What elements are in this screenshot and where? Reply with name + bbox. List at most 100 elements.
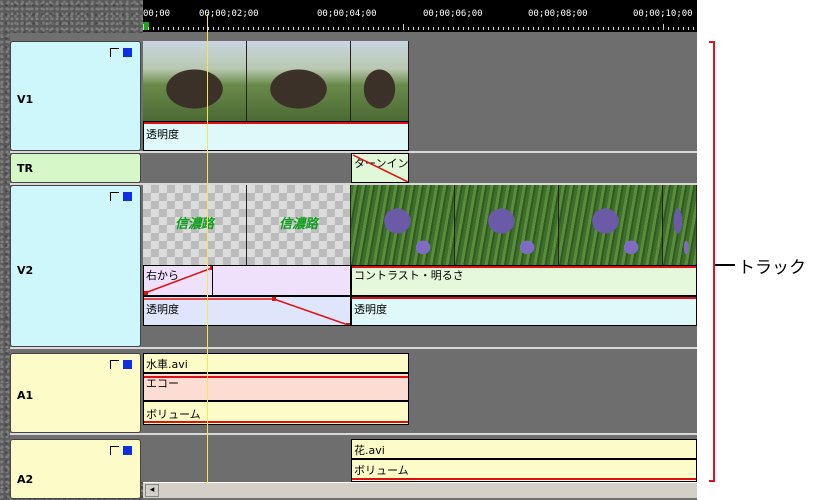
video-thumbnail [143,41,247,121]
playhead[interactable] [207,14,208,484]
ruler-tick [508,27,509,30]
ruler-tick [523,27,524,30]
echo-effect-clip[interactable]: エコー [143,373,409,401]
volume-effect-clip[interactable]: ボリューム [143,401,409,425]
corner-panel [0,0,143,33]
ruler-tick [488,27,489,30]
effect-label: ボリューム [354,464,409,477]
ruler-tick [338,27,339,30]
opacity-rubberband[interactable] [352,297,696,299]
ruler-tick [458,27,459,30]
contrast-rubberband[interactable] [352,266,696,268]
ruler-tick [688,27,689,30]
ruler-tick [323,27,324,30]
ruler-tick [658,27,659,30]
track-header-tr[interactable]: TR [10,153,141,183]
ruler-tick [678,27,679,30]
ruler-tick [468,27,469,30]
ruler-tick [553,27,554,30]
ruler-tick [318,27,319,30]
track-header-a2[interactable]: A2 [10,439,141,499]
volume-rubberband[interactable] [144,421,408,423]
audio-clip[interactable]: 水車.avi [143,353,409,373]
ruler-tick [413,27,414,30]
track-lane-a1[interactable]: 水車.avi エコー ボリューム [143,353,697,433]
title-thumbnail: 信濃路 [143,185,247,265]
ruler-tick [453,27,454,30]
transition-clip[interactable]: ターンイン [351,153,409,183]
ruler-tick [573,27,574,30]
effect-label: コントラスト・明るさ [354,269,464,282]
audio-clip-name: 花.avi [354,444,385,457]
track-lane-v2[interactable]: 信濃路 信濃路 右から コントラスト・明るさ 透明度 透明度 [143,185,697,347]
horizontal-scrollbar[interactable]: ◂ [143,482,697,498]
ruler-tick [633,27,634,30]
track-toggle-icon[interactable] [110,192,132,202]
volume-rubberband[interactable] [352,478,696,480]
bracket-pointer [715,264,735,266]
ruler-tick [393,27,394,30]
track-toggle-icon[interactable] [110,360,132,370]
ruler-tick [668,27,669,30]
video-thumbnail [351,185,455,265]
ruler-tick [203,27,204,30]
ruler-tick [443,27,444,30]
ruler-tick [343,27,344,30]
track-header-v2[interactable]: V2 [10,185,141,347]
audio-clip-name: 水車.avi [146,358,188,371]
scroll-left-arrow[interactable]: ◂ [145,484,159,497]
opacity-rubberband[interactable] [144,122,408,124]
ruler-tick [578,27,579,30]
track-toggle-icon[interactable] [110,48,132,58]
title-text: 信濃路 [278,217,318,232]
track-toggle-icon[interactable] [110,446,132,456]
ruler-tick [193,27,194,30]
ruler-tick [423,27,424,30]
track-lane-v1[interactable]: 透明度 [143,41,697,151]
contrast-effect-clip[interactable]: コントラスト・明るさ [351,265,697,296]
ruler-tick [178,27,179,30]
track-header-a1[interactable]: A1 [10,353,141,433]
ruler-tick [363,27,364,30]
ruler-tick [243,27,244,30]
opacity-rubberband[interactable] [144,297,351,326]
ruler-tick [238,27,239,30]
volume-effect-clip[interactable]: ボリューム [351,459,697,482]
ruler-tick [608,27,609,30]
opacity-effect-clip[interactable]: 透明度 [143,121,409,151]
ruler-tick [408,27,409,30]
ruler-tick [533,27,534,30]
ruler-tick [558,27,559,30]
ruler-tick [503,27,504,30]
wipe-rubberband[interactable] [144,266,213,296]
track-lane-tr[interactable]: ターンイン [143,153,697,183]
video-thumbnail [559,185,663,265]
ruler-tick [378,27,379,30]
ruler-tick [628,27,629,30]
ruler-tick [248,27,249,30]
ruler-tick [483,27,484,30]
echo-rubberband[interactable] [144,376,408,378]
ruler-tick [473,27,474,30]
audio-clip[interactable]: 花.avi [351,439,697,459]
ruler-tick [493,27,494,30]
ruler-tick [228,27,229,30]
ruler-tick [298,27,299,30]
ruler-tick [418,27,419,30]
timeline-editor: 00;00 00;00;02;00 00;00;04;00 00;00;06;0… [0,0,697,500]
opacity-effect-clip[interactable]: 透明度 [351,296,697,326]
track-header-v1[interactable]: V1 [10,41,141,151]
time-ruler[interactable]: 00;00 00;00;02;00 00;00;04;00 00;00;06;0… [143,0,697,32]
video-thumbnail [351,41,409,121]
opacity-effect-clip[interactable]: 透明度 [143,296,351,326]
effect-label: ボリューム [146,408,201,421]
ruler-tick [358,27,359,30]
track-annotation-label: トラック [738,258,806,278]
ruler-label: 00;00 [143,9,171,19]
wipe-effect-clip[interactable]: 右から [143,265,213,296]
ruler-tick [438,27,439,30]
track-lane-a2[interactable]: 花.avi ボリューム [143,439,697,482]
ruler-tick [673,27,674,30]
ruler-tick [563,27,564,30]
wipe-effect-tail[interactable] [213,265,351,296]
